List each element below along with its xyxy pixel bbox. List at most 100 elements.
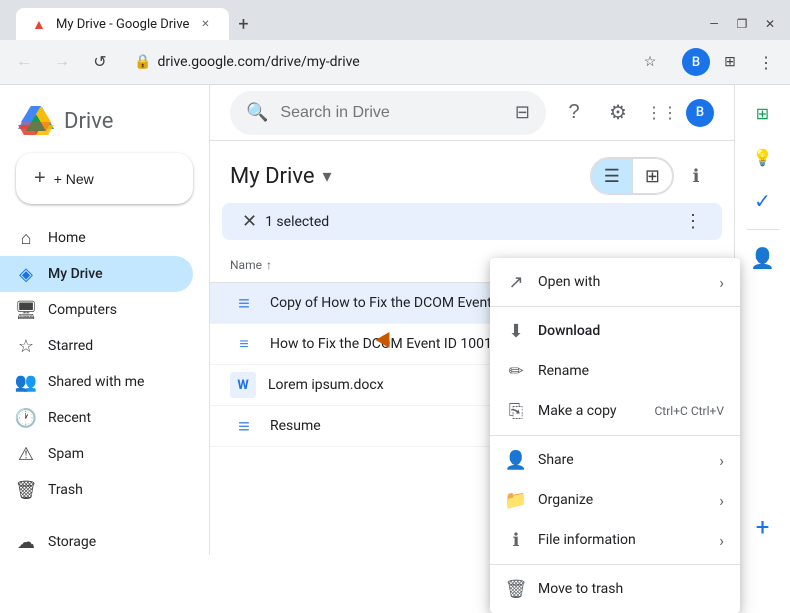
menu-item-download[interactable]: ⬇ Download xyxy=(490,311,740,351)
right-sidebar: ⊞ 💡 ✓ 👤 + xyxy=(734,85,790,555)
sidebar-item-trash[interactable]: 🗑 Trash xyxy=(0,472,193,508)
sidebar-item-label-spam: Spam xyxy=(48,446,84,462)
my-drive-icon: ◈ xyxy=(16,264,36,284)
drive-logo: Drive xyxy=(0,93,209,153)
profile-avatar[interactable]: B xyxy=(686,99,714,127)
menu-item-label: Make a copy xyxy=(538,403,643,419)
sidebar-item-storage[interactable]: ☁ Storage xyxy=(0,524,193,555)
file-icon: ≡ xyxy=(230,330,258,358)
filter-icon[interactable]: ⊟ xyxy=(515,102,530,123)
address-icons: ☆ xyxy=(636,48,664,76)
spam-icon: ⚠ xyxy=(16,444,36,464)
search-icon: 🔍 xyxy=(246,102,268,123)
drive-header: 🔍 ⊟ ? ⚙ ⋮⋮ B xyxy=(210,85,734,141)
sidebar-item-label-recent: Recent xyxy=(48,410,91,426)
file-icon: ≡ xyxy=(230,289,258,317)
sidebar: Drive + + New ⌂ Home ◈ My Drive 🖥 Comput… xyxy=(0,85,210,555)
menu-item-label: Move to trash xyxy=(538,581,724,597)
download-icon: ⬇ xyxy=(506,321,526,341)
list-view-icon: ☰ xyxy=(604,166,620,187)
tasks-icon[interactable]: ✓ xyxy=(743,181,783,221)
selection-close-button[interactable]: ✕ xyxy=(242,211,257,232)
sidebar-item-starred[interactable]: ☆ Starred xyxy=(0,328,193,364)
header-icons: ? ⚙ ⋮⋮ B xyxy=(554,93,714,133)
menu-divider xyxy=(490,435,740,436)
menu-item-label: File information xyxy=(538,532,707,548)
search-bar[interactable]: 🔍 ⊟ xyxy=(230,91,546,135)
drive-logo-icon xyxy=(16,101,56,141)
tab-favicon: ▲ xyxy=(32,16,48,32)
menu-item-open-with[interactable]: ↗ Open with › xyxy=(490,262,740,302)
restore-button[interactable]: ❐ xyxy=(730,12,754,36)
sidebar-item-label-starred: Starred xyxy=(48,338,93,354)
selection-more-button[interactable]: ⋮ xyxy=(684,211,702,232)
sidebar-item-spam[interactable]: ⚠ Spam xyxy=(0,436,193,472)
browser-action-icons: B ⊞ ⋮ xyxy=(682,46,782,78)
sidebar-item-label-storage: Storage xyxy=(48,534,96,550)
context-menu: ↗ Open with › ⬇ Download ✏ Rename ⎘ Make… xyxy=(490,258,740,613)
home-icon: ⌂ xyxy=(16,228,36,248)
browser-menu-button[interactable]: ⋮ xyxy=(750,46,782,78)
menu-item-label: Organize xyxy=(538,492,707,508)
sidebar-item-recent[interactable]: 🕐 Recent xyxy=(0,400,193,436)
sidebar-item-computers[interactable]: 🖥 Computers xyxy=(0,292,193,328)
sidebar-item-shared-with-me[interactable]: 👥 Shared with me xyxy=(0,364,193,400)
tab-close-button[interactable]: ✕ xyxy=(197,16,213,32)
info-button[interactable]: ℹ xyxy=(678,158,714,194)
back-button[interactable]: ← xyxy=(8,46,40,78)
sheets-icon[interactable]: ⊞ xyxy=(743,93,783,133)
menu-item-organize[interactable]: 📁 Organize › xyxy=(490,480,740,520)
new-tab-button[interactable]: + xyxy=(229,10,257,38)
menu-divider xyxy=(490,306,740,307)
sidebar-item-my-drive[interactable]: ◈ My Drive xyxy=(0,256,193,292)
contacts-icon[interactable]: 👤 xyxy=(743,238,783,278)
extensions-icon[interactable]: ⊞ xyxy=(714,46,746,78)
list-view-button[interactable]: ☰ xyxy=(591,158,632,194)
info-icon: ℹ xyxy=(506,530,526,550)
menu-item-label: Open with xyxy=(538,274,707,290)
help-button[interactable]: ? xyxy=(554,93,594,133)
sidebar-item-label-computers: Computers xyxy=(48,302,117,318)
shared-icon: 👥 xyxy=(16,372,36,392)
keep-icon[interactable]: 💡 xyxy=(743,137,783,177)
recent-icon: 🕐 xyxy=(16,408,36,428)
lock-icon: 🔒 xyxy=(134,54,151,70)
new-button-label: + New xyxy=(54,171,94,187)
storage-icon: ☁ xyxy=(16,532,36,552)
add-apps-button[interactable]: + xyxy=(743,507,783,547)
right-sidebar-divider xyxy=(747,229,779,230)
settings-button[interactable]: ⚙ xyxy=(598,93,638,133)
computers-icon: 🖥 xyxy=(16,300,36,320)
submenu-arrow: › xyxy=(719,491,724,510)
menu-item-move-to-trash[interactable]: 🗑 Move to trash xyxy=(490,569,740,609)
sidebar-item-home[interactable]: ⌂ Home xyxy=(0,220,193,256)
submenu-arrow: › xyxy=(719,531,724,550)
forward-button[interactable]: → xyxy=(46,46,78,78)
menu-item-rename[interactable]: ✏ Rename xyxy=(490,351,740,391)
sidebar-item-label-my-drive: My Drive xyxy=(48,266,103,282)
new-button[interactable]: + + New xyxy=(16,153,193,204)
minimize-button[interactable]: — xyxy=(702,12,726,36)
menu-divider xyxy=(490,564,740,565)
refresh-button[interactable]: ↺ xyxy=(84,46,116,78)
plus-icon: + xyxy=(34,167,46,190)
page-title: My Drive xyxy=(230,164,315,189)
menu-item-make-copy[interactable]: ⎘ Make a copy Ctrl+C Ctrl+V xyxy=(490,391,740,431)
search-input[interactable] xyxy=(280,104,502,122)
menu-item-file-information[interactable]: ℹ File information › xyxy=(490,520,740,560)
view-controls: ☰ ⊞ ℹ xyxy=(590,157,714,195)
title-dropdown-icon[interactable]: ▾ xyxy=(323,166,332,187)
apps-button[interactable]: ⋮⋮ xyxy=(642,93,682,133)
profile-button[interactable]: B xyxy=(682,48,710,76)
submenu-arrow: › xyxy=(719,273,724,292)
name-sort-icon: ↑ xyxy=(266,258,272,272)
submenu-arrow: › xyxy=(719,451,724,470)
grid-view-button[interactable]: ⊞ xyxy=(632,158,673,194)
active-tab[interactable]: ▲ My Drive - Google Drive ✕ xyxy=(16,8,229,40)
menu-item-share[interactable]: 👤 Share › xyxy=(490,440,740,480)
bookmark-icon[interactable]: ☆ xyxy=(636,48,664,76)
close-button[interactable]: ✕ xyxy=(758,12,782,36)
address-bar[interactable]: 🔒 drive.google.com/drive/my-drive ☆ xyxy=(122,46,676,78)
open-with-icon: ↗ xyxy=(506,272,526,292)
file-icon: W xyxy=(230,372,256,398)
